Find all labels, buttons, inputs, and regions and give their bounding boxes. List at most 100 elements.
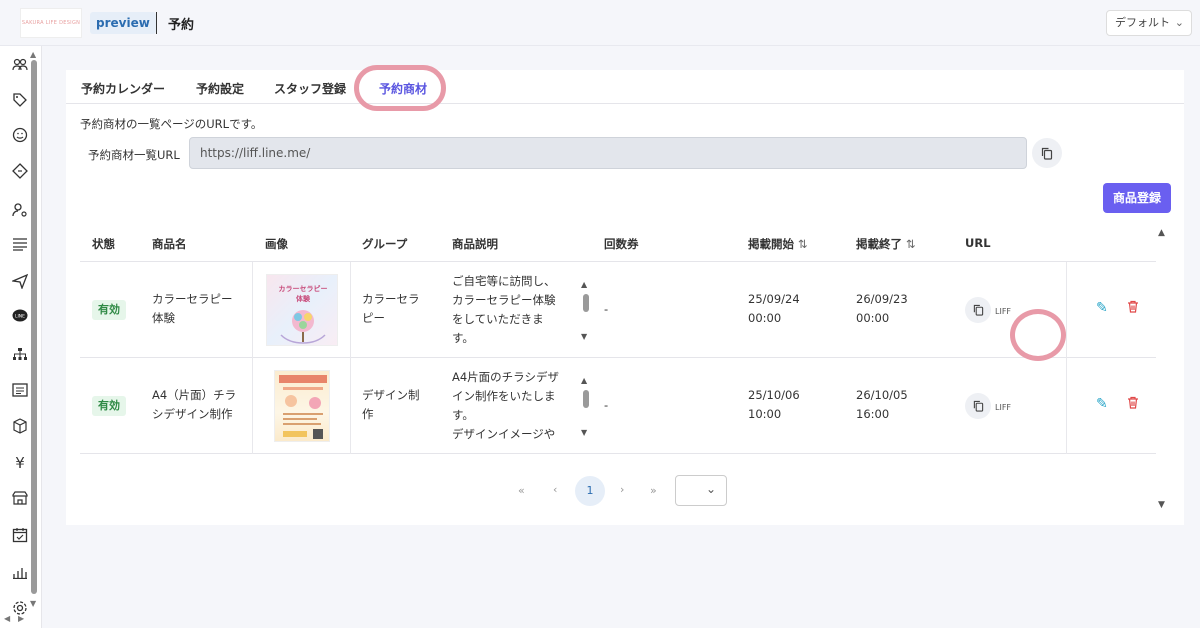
- register-product-button[interactable]: 商品登録: [1103, 183, 1171, 213]
- group-name: カラーセラ ピー: [362, 290, 420, 328]
- product-name-line: 体験: [152, 311, 175, 325]
- description-line: す。: [452, 408, 474, 422]
- page-1-button[interactable]: 1: [575, 476, 605, 506]
- publish-start: 25/09/24 00:00: [748, 290, 800, 328]
- publish-start: 25/10/06 10:00: [748, 386, 800, 424]
- column-divider: [252, 262, 253, 358]
- user-settings-icon[interactable]: [8, 198, 32, 222]
- product-image: [274, 370, 330, 442]
- copy-icon: [973, 400, 983, 412]
- scroll-right-arrow-icon[interactable]: ▶: [18, 614, 24, 623]
- table-row[interactable]: 有効 カラーセラピー 体験 カラーセラピー 体験 カラーセラ ピー ご自宅等に訪…: [80, 262, 1156, 358]
- delete-icon[interactable]: [1127, 300, 1139, 317]
- tab-reservation-calendar[interactable]: 予約カレンダー: [81, 80, 165, 97]
- publish-end-time: 00:00: [856, 311, 890, 325]
- list-icon[interactable]: [8, 232, 32, 256]
- calendar-check-icon[interactable]: [8, 523, 32, 547]
- publish-start-date: 25/09/24: [748, 292, 800, 306]
- product-image: カラーセラピー 体験: [266, 274, 338, 346]
- store-icon[interactable]: [8, 486, 32, 510]
- description-line: A4片面のチラシデザ: [452, 370, 559, 384]
- header-end-label: 掲載終了: [856, 237, 902, 251]
- page-size-select[interactable]: ⌄: [675, 475, 727, 506]
- svg-text:カラーセラピー: カラーセラピー: [279, 284, 328, 293]
- scroll-down-arrow-icon[interactable]: ▼: [581, 428, 587, 437]
- chevron-down-icon: ⌄: [705, 482, 716, 496]
- main-panel: 予約カレンダー 予約設定 スタッフ登録 予約商材 予約商材の一覧ページのURLで…: [66, 65, 1184, 525]
- scrollbar-thumb[interactable]: [583, 390, 589, 408]
- scrollbar-thumb[interactable]: [583, 294, 589, 312]
- liff-label: LIFF: [995, 307, 1012, 316]
- header-start-label: 掲載開始: [748, 237, 794, 251]
- box-icon[interactable]: [8, 414, 32, 438]
- sort-icon[interactable]: ⇅: [798, 237, 808, 251]
- bar-chart-icon[interactable]: [8, 560, 32, 584]
- scroll-down-arrow-icon[interactable]: ▼: [30, 599, 36, 608]
- description-scrollbar[interactable]: ▲ ▼: [581, 376, 591, 438]
- preview-badge[interactable]: preview: [90, 12, 156, 34]
- copy-url-button[interactable]: [1032, 138, 1062, 168]
- ticket-icon[interactable]: [8, 159, 32, 183]
- copy-icon: [1041, 147, 1053, 160]
- scroll-up-arrow-icon[interactable]: ▲: [581, 376, 587, 385]
- edit-icon[interactable]: ✎: [1096, 396, 1108, 412]
- first-page-button[interactable]: «: [518, 484, 525, 497]
- tab-reservation-settings[interactable]: 予約設定: [196, 80, 244, 97]
- copy-liff-url-button[interactable]: [965, 393, 991, 419]
- tab-staff-registration[interactable]: スタッフ登録: [274, 80, 346, 97]
- send-icon[interactable]: [8, 269, 32, 293]
- table-row[interactable]: 有効 A4（片面）チラ シデザイン制作 デザイン制 作 A4片面のチラシデザ イ…: [80, 358, 1156, 454]
- view-select[interactable]: デフォルト ⌄: [1106, 10, 1192, 36]
- smile-icon[interactable]: [8, 123, 32, 147]
- scroll-up-arrow-icon[interactable]: ▲: [581, 280, 587, 289]
- copy-liff-url-button[interactable]: [965, 297, 991, 323]
- org-chart-icon[interactable]: [8, 342, 32, 366]
- product-name: カラーセラピー 体験: [152, 290, 233, 328]
- header-end[interactable]: 掲載終了 ⇅: [856, 236, 916, 252]
- header-name: 商品名: [152, 237, 187, 251]
- prev-page-button[interactable]: ‹: [553, 483, 557, 496]
- publish-start-date: 25/10/06: [748, 388, 800, 402]
- scroll-down-arrow-icon[interactable]: ▼: [1158, 500, 1165, 510]
- column-divider: [252, 358, 253, 454]
- header-tickets: 回数券: [604, 237, 639, 251]
- line-icon[interactable]: LINE: [8, 304, 32, 328]
- product-list-url-field[interactable]: https://liff.line.me/: [189, 137, 1027, 169]
- tab-bar: 予約カレンダー 予約設定 スタッフ登録 予約商材: [66, 65, 1184, 111]
- group-name-line: デザイン制: [362, 388, 420, 402]
- edit-icon[interactable]: ✎: [1096, 300, 1108, 316]
- last-page-button[interactable]: »: [650, 484, 657, 497]
- svg-text:LINE: LINE: [15, 314, 25, 320]
- description-line: デザインイメージや: [452, 427, 556, 441]
- yen-icon[interactable]: ¥: [8, 451, 32, 475]
- tab-highlight-ring: [354, 65, 446, 111]
- product-description[interactable]: A4片面のチラシデザ イン制作をいたしま す。 デザインイメージや: [452, 368, 559, 444]
- users-icon[interactable]: [8, 53, 32, 77]
- group-name-line: カラーセラ: [362, 292, 420, 306]
- copy-icon: [973, 304, 983, 316]
- scroll-up-arrow-icon[interactable]: ▲: [1158, 228, 1165, 238]
- group-name-line: ピー: [362, 311, 385, 325]
- publish-end-date: 26/09/23: [856, 292, 908, 306]
- edit-highlight-ring: [1010, 309, 1066, 361]
- tag-icon[interactable]: [8, 88, 32, 112]
- description-line: す。: [452, 331, 474, 345]
- delete-icon[interactable]: [1127, 396, 1139, 413]
- column-divider: [1066, 262, 1067, 358]
- ticket-count: -: [604, 302, 609, 316]
- brand-logo[interactable]: SAKURA LIFE DESIGN: [20, 8, 82, 38]
- document-icon[interactable]: [8, 378, 32, 402]
- header-status: 状態: [92, 237, 115, 251]
- sort-icon[interactable]: ⇅: [906, 237, 916, 251]
- header-url: URL: [965, 236, 991, 250]
- description-scrollbar[interactable]: ▲ ▼: [581, 280, 591, 342]
- url-description: 予約商材の一覧ページのURLです。: [80, 117, 263, 131]
- group-name-line: 作: [362, 407, 374, 421]
- scroll-down-arrow-icon[interactable]: ▼: [581, 332, 587, 341]
- next-page-button[interactable]: ›: [620, 483, 624, 496]
- publish-end-date: 26/10/05: [856, 388, 908, 402]
- header-start[interactable]: 掲載開始 ⇅: [748, 236, 808, 252]
- scroll-left-arrow-icon[interactable]: ◀: [4, 614, 10, 623]
- product-description[interactable]: ご自宅等に訪問し、 カラーセラピー体験 をしていただきま す。: [452, 272, 556, 348]
- product-name-line: A4（片面）チラ: [152, 388, 237, 402]
